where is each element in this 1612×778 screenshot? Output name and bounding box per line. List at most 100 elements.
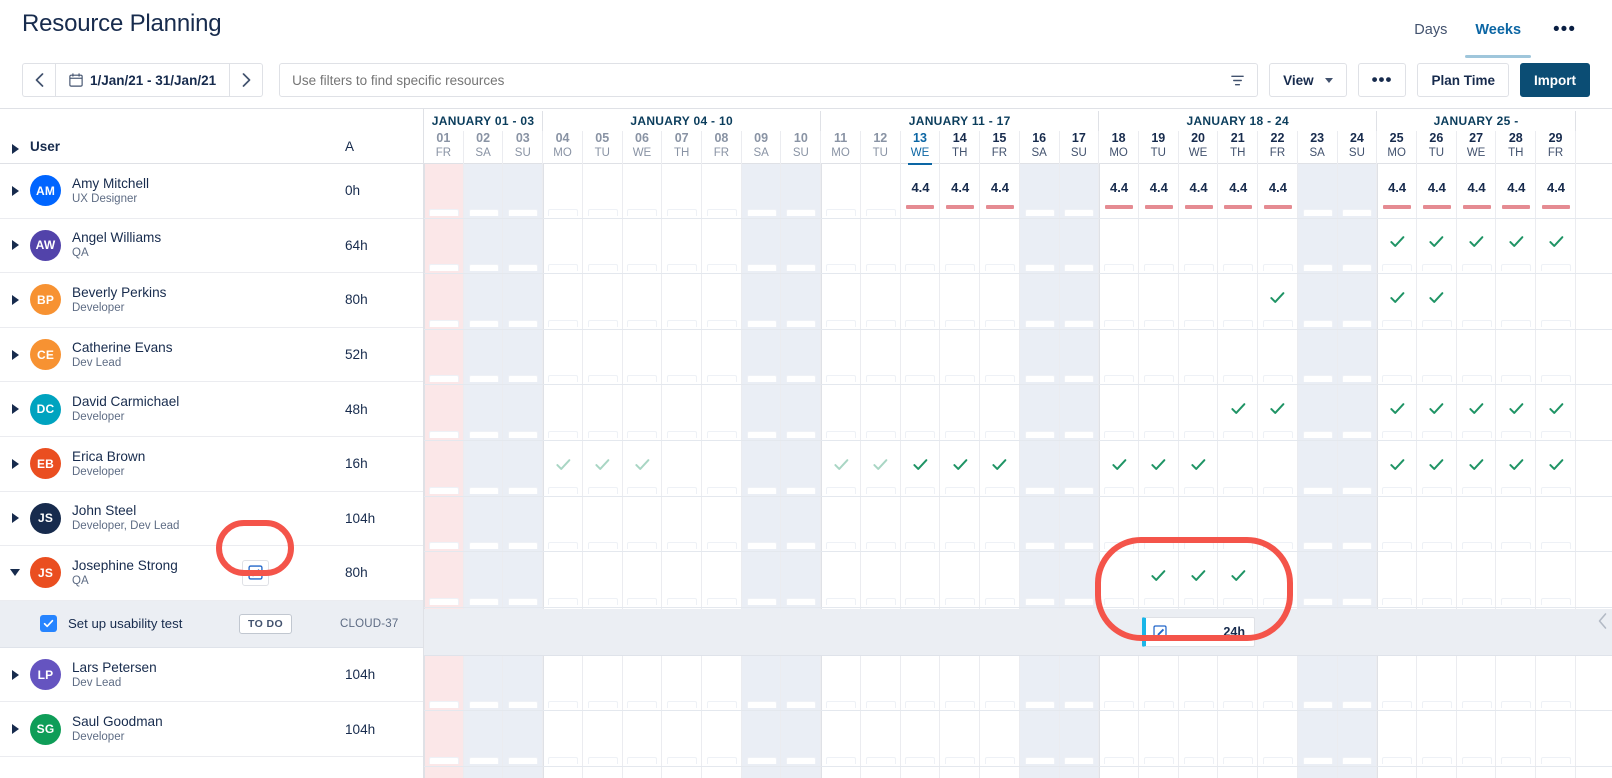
timeline-cell[interactable] [1536, 498, 1576, 552]
timeline-cell[interactable] [980, 498, 1020, 552]
timeline-cell[interactable] [1298, 498, 1338, 552]
timeline-cell[interactable]: 4.4 [940, 164, 980, 218]
timeline-cell[interactable] [464, 164, 504, 218]
timeline-cell[interactable] [1179, 712, 1219, 766]
filter-bar[interactable] [279, 63, 1259, 97]
timeline-cell[interactable] [503, 442, 543, 496]
timeline-cell[interactable] [1338, 331, 1378, 385]
timeline-cell[interactable]: 4.4 [1099, 164, 1139, 218]
timeline-cell[interactable]: 4.4 [1496, 164, 1536, 218]
day-header-cell[interactable]: 08 FR [702, 131, 742, 164]
timeline-cell[interactable] [781, 498, 821, 552]
timeline-cell[interactable] [821, 553, 861, 607]
timeline-cell[interactable] [1099, 498, 1139, 552]
timeline-cell[interactable] [1218, 386, 1258, 440]
timeline-cell[interactable] [1020, 275, 1060, 329]
timeline-cell[interactable] [424, 386, 464, 440]
timeline-cell[interactable] [1496, 220, 1536, 274]
timeline-cell[interactable] [980, 657, 1020, 711]
timeline-cell[interactable] [1417, 275, 1457, 329]
timeline-cell[interactable] [464, 553, 504, 607]
timeline-cell[interactable] [901, 275, 941, 329]
timeline-cell[interactable] [1457, 331, 1497, 385]
timeline-cell[interactable] [980, 442, 1020, 496]
timeline-cell[interactable] [1179, 553, 1219, 607]
timeline-cell[interactable] [464, 386, 504, 440]
timeline-cell[interactable] [1139, 498, 1179, 552]
timeline-cell[interactable] [901, 712, 941, 766]
timeline-cell[interactable] [623, 442, 663, 496]
timeline-cell[interactable] [583, 275, 623, 329]
timeline-cell[interactable]: 4.4 [1377, 164, 1417, 218]
day-header-cell[interactable]: 05 TU [583, 131, 623, 164]
timeline-cell[interactable] [1417, 331, 1457, 385]
timeline-cell[interactable] [623, 275, 663, 329]
timeline-cell[interactable] [424, 712, 464, 766]
resource-row[interactable]: EB Erica Brown Developer 16h [0, 437, 423, 492]
timeline-cell[interactable] [1338, 712, 1378, 766]
timeline-cell[interactable] [742, 442, 782, 496]
day-header-cell[interactable]: 26 TU [1417, 131, 1457, 164]
timeline-cell[interactable] [503, 386, 543, 440]
timeline-cell[interactable] [1060, 331, 1100, 385]
timeline-cell[interactable] [1377, 220, 1417, 274]
timeline-cell[interactable] [543, 386, 583, 440]
timeline-cell[interactable] [623, 553, 663, 607]
timeline-cell[interactable] [1417, 657, 1457, 711]
timeline-cell[interactable] [1298, 712, 1338, 766]
timeline-cell[interactable] [821, 275, 861, 329]
expand-all-button[interactable] [0, 144, 30, 154]
timeline-cell[interactable] [543, 657, 583, 711]
timeline-cell[interactable] [1060, 386, 1100, 440]
timeline-cell[interactable] [1258, 275, 1298, 329]
timeline-cell[interactable] [1417, 386, 1457, 440]
timeline-cell[interactable] [1298, 553, 1338, 607]
timeline-cell[interactable] [821, 712, 861, 766]
timeline-cell[interactable] [1536, 442, 1576, 496]
timeline-cell[interactable] [1496, 275, 1536, 329]
next-period-button[interactable] [230, 63, 264, 97]
timeline-cell[interactable] [940, 498, 980, 552]
timeline-cell[interactable] [702, 498, 742, 552]
timeline-cell[interactable] [1258, 498, 1298, 552]
timeline-cell[interactable] [1060, 442, 1100, 496]
day-header-cell[interactable]: 15 FR [980, 131, 1020, 164]
timeline-cell[interactable] [1020, 331, 1060, 385]
timeline-cell[interactable] [1496, 553, 1536, 607]
timeline-cell[interactable] [781, 657, 821, 711]
timeline-cell[interactable] [662, 275, 702, 329]
timeline-cell[interactable] [1377, 712, 1417, 766]
day-header-cell[interactable]: 11 MO [821, 131, 861, 164]
day-header-cell[interactable]: 29 FR [1536, 131, 1576, 164]
timeline-cell[interactable] [543, 164, 583, 218]
day-header-cell[interactable]: 25 MO [1377, 131, 1417, 164]
timeline-cell[interactable] [742, 712, 782, 766]
timeline-cell[interactable] [424, 331, 464, 385]
timeline-cell[interactable] [1258, 553, 1298, 607]
timeline-cell[interactable] [980, 386, 1020, 440]
timeline-cell[interactable] [464, 275, 504, 329]
timeline-cell[interactable] [1139, 712, 1179, 766]
timeline-cell[interactable] [1457, 712, 1497, 766]
timeline-cell[interactable] [1020, 386, 1060, 440]
timeline-cell[interactable] [781, 712, 821, 766]
timeline-cell[interactable] [543, 275, 583, 329]
timeline-cell[interactable] [1338, 220, 1378, 274]
timeline-cell[interactable] [861, 220, 901, 274]
timeline-cell[interactable] [424, 220, 464, 274]
timeline-cell[interactable] [1338, 386, 1378, 440]
timeline-cell[interactable] [821, 442, 861, 496]
resource-row[interactable]: LP Lars Petersen Dev Lead 104h [0, 648, 423, 703]
timeline-cell[interactable] [901, 657, 941, 711]
timeline-cell[interactable] [702, 275, 742, 329]
timeline-cell[interactable] [464, 657, 504, 711]
timeline-cell[interactable] [1496, 657, 1536, 711]
date-range-button[interactable]: 1/Jan/21 - 31/Jan/21 [55, 63, 231, 97]
timeline-cell[interactable] [821, 386, 861, 440]
timeline-cell[interactable] [742, 386, 782, 440]
timeline-cell[interactable] [1298, 657, 1338, 711]
timeline-cell[interactable] [1457, 442, 1497, 496]
timeline-cell[interactable] [662, 657, 702, 711]
timeline-cell[interactable] [861, 275, 901, 329]
day-header-cell[interactable]: 23 SA [1298, 131, 1338, 164]
